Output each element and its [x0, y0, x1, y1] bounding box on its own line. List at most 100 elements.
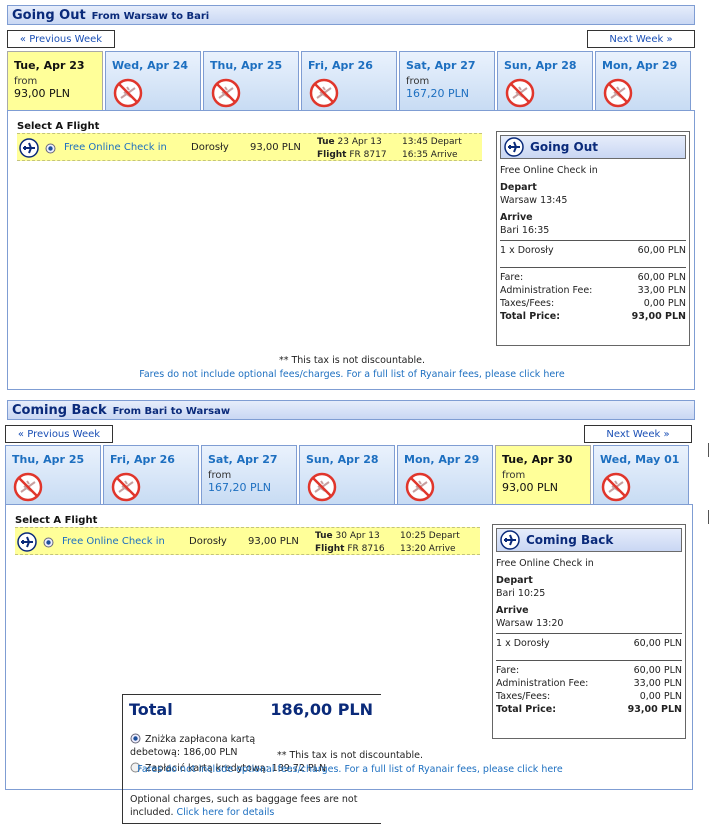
- coming-back-day-tabs: Thu, Apr 25 Fri, Apr 26 Sat, Apr 27 from…: [5, 445, 691, 505]
- day-tab[interactable]: Mon, Apr 29: [397, 445, 493, 505]
- summary-admin-row: Administration Fee: 33,00 PLN: [500, 284, 686, 297]
- total-label: Total: [129, 700, 173, 719]
- plane-icon: [19, 138, 39, 158]
- day-from: from: [406, 76, 430, 87]
- day-label: Thu, Apr 25: [12, 453, 85, 466]
- day-from: from: [14, 76, 38, 87]
- day-tab[interactable]: Wed, Apr 24: [105, 51, 201, 111]
- day-price: 93,00 PLN: [14, 87, 70, 100]
- summary-taxes-row: Taxes/Fees: 0,00 PLN: [496, 690, 682, 703]
- fees-link[interactable]: Fares do not include optional fees/charg…: [6, 764, 694, 775]
- summary-fare-row: Fare: 60,00 PLN: [500, 271, 686, 284]
- coming-back-route: From Bari to Warsaw: [112, 406, 231, 417]
- summary-passenger-value: 60,00 PLN: [637, 245, 686, 256]
- day-label: Wed, Apr 24: [112, 59, 189, 72]
- plane-icon: [17, 532, 37, 552]
- flight-date-block: Tue 30 Apr 13 Flight FR 8716: [315, 530, 385, 556]
- summary-depart-label: Depart: [496, 575, 533, 586]
- going-out-flight-row[interactable]: Free Online Check in Dorosły 93,00 PLN T…: [17, 133, 482, 161]
- summary-passenger-label: 1 x Dorosły: [500, 245, 554, 256]
- day-tab[interactable]: Thu, Apr 25: [5, 445, 101, 505]
- summary-arrive-value: Bari 16:35: [500, 225, 550, 236]
- day-tab[interactable]: Sat, Apr 27 from 167,20 PLN: [399, 51, 495, 111]
- day-tab[interactable]: Wed, May 01: [593, 445, 689, 505]
- details-link[interactable]: Click here for details: [177, 807, 275, 818]
- plane-icon: [500, 530, 520, 550]
- flight-date: 30 Apr 13: [335, 531, 380, 541]
- summary-total-label: Total Price:: [496, 704, 557, 715]
- summary-arrive-label: Arrive: [500, 212, 533, 223]
- summary-title: Going Out: [530, 140, 598, 154]
- day-label: Mon, Apr 29: [404, 453, 480, 466]
- flight-depart-time: 13:45 Depart: [402, 137, 462, 147]
- day-tab[interactable]: Sun, Apr 28: [299, 445, 395, 505]
- flight-times: 10:25 Depart 13:20 Arrive: [400, 530, 460, 556]
- day-from: from: [208, 470, 232, 481]
- summary-arrive-label: Arrive: [496, 605, 529, 616]
- no-flight-icon: [307, 472, 337, 502]
- scroll-marker: [708, 443, 709, 457]
- going-out-previous-week-button[interactable]: « Previous Week: [7, 30, 115, 48]
- flight-date-prefix: Tue: [315, 531, 333, 541]
- radio-icon[interactable]: [45, 143, 56, 154]
- day-tab[interactable]: Thu, Apr 25: [203, 51, 299, 111]
- summary-fare-label: Fare:: [496, 665, 520, 676]
- summary-total-value: 93,00 PLN: [631, 311, 686, 322]
- day-label: Wed, May 01: [600, 453, 680, 466]
- going-out-day-tabs: Tue, Apr 23 from 93,00 PLN Wed, Apr 24 T…: [7, 51, 693, 111]
- coming-back-flight-row[interactable]: Free Online Check in Dorosły 93,00 PLN T…: [15, 527, 480, 555]
- day-label: Fri, Apr 26: [308, 59, 373, 72]
- summary-depart-value: Bari 10:25: [496, 588, 546, 599]
- summary-admin-value: 33,00 PLN: [633, 678, 682, 689]
- day-tab[interactable]: Sun, Apr 28: [497, 51, 593, 111]
- summary-checkin: Free Online Check in: [496, 558, 594, 569]
- day-tab[interactable]: Fri, Apr 26: [301, 51, 397, 111]
- summary-total-label: Total Price:: [500, 311, 561, 322]
- day-tab[interactable]: Tue, Apr 23 from 93,00 PLN: [7, 51, 103, 111]
- summary-depart-value: Warsaw 13:45: [500, 195, 568, 206]
- fees-link[interactable]: Fares do not include optional fees/charg…: [8, 369, 696, 380]
- no-flight-icon: [601, 472, 631, 502]
- radio-icon[interactable]: [43, 537, 54, 548]
- no-flight-icon: [13, 472, 43, 502]
- flight-number: FR 8716: [347, 544, 385, 554]
- flight-checkin-label: Free Online Check in: [62, 536, 165, 547]
- summary-taxes-row: Taxes/Fees: 0,00 PLN: [500, 297, 686, 310]
- day-tab[interactable]: Sat, Apr 27 from 167,20 PLN: [201, 445, 297, 505]
- summary-taxes-label: Taxes/Fees:: [496, 691, 551, 702]
- going-out-route: From Warsaw to Bari: [91, 11, 210, 22]
- flight-times: 13:45 Depart 16:35 Arrive: [402, 136, 462, 162]
- day-label: Thu, Apr 25: [210, 59, 283, 72]
- flight-number-prefix: Flight: [315, 544, 345, 554]
- flight-price: 93,00 PLN: [248, 536, 299, 547]
- coming-back-next-week-button[interactable]: Next Week »: [584, 425, 692, 443]
- summary-total-row: Total Price: 93,00 PLN: [496, 703, 682, 716]
- radio-icon[interactable]: [130, 733, 141, 744]
- summary-depart-label: Depart: [500, 182, 537, 193]
- flight-arrive-time: 13:20 Arrive: [400, 544, 456, 554]
- summary-admin-label: Administration Fee:: [500, 285, 593, 296]
- tax-note: ** This tax is not discountable.: [278, 355, 426, 366]
- day-price: 167,20 PLN: [208, 481, 271, 494]
- summary-passenger-row: 1 x Dorosły 60,00 PLN: [496, 637, 682, 650]
- going-out-next-week-button[interactable]: Next Week »: [587, 30, 695, 48]
- select-flight-heading: Select A Flight: [17, 121, 100, 132]
- day-tab[interactable]: Fri, Apr 26: [103, 445, 199, 505]
- coming-back-previous-week-button[interactable]: « Previous Week: [5, 425, 113, 443]
- day-tab[interactable]: Tue, Apr 30 from 93,00 PLN: [495, 445, 591, 505]
- day-label: Sun, Apr 28: [306, 453, 379, 466]
- summary-admin-row: Administration Fee: 33,00 PLN: [496, 677, 682, 690]
- going-out-summary: Going Out Free Online Check in Depart Wa…: [496, 131, 690, 346]
- summary-passenger-row: 1 x Dorosły 60,00 PLN: [500, 244, 686, 257]
- scroll-marker: [708, 510, 709, 524]
- flight-date-block: Tue 23 Apr 13 Flight FR 8717: [317, 136, 387, 162]
- summary-admin-value: 33,00 PLN: [637, 285, 686, 296]
- summary-header: Going Out: [500, 135, 686, 159]
- summary-arrive-value: Warsaw 13:20: [496, 618, 564, 629]
- day-tab[interactable]: Mon, Apr 29: [595, 51, 691, 111]
- summary-taxes-value: 0,00 PLN: [639, 691, 682, 702]
- plane-icon: [504, 137, 524, 157]
- summary-checkin: Free Online Check in: [500, 165, 598, 176]
- flight-number-prefix: Flight: [317, 150, 347, 160]
- summary-title: Coming Back: [526, 533, 614, 547]
